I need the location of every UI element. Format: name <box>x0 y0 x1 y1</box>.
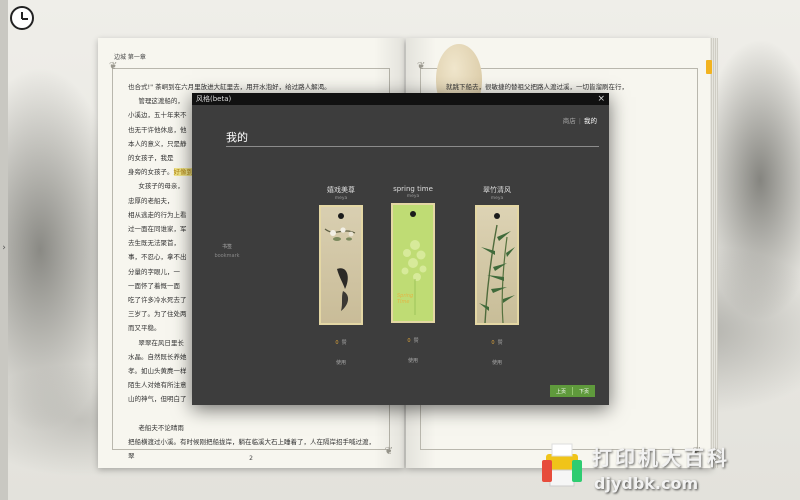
bookmark-author: meya <box>334 196 348 201</box>
bookmark-name: spring time <box>393 185 433 193</box>
watermark-url: djydbk.com <box>594 474 699 493</box>
bookmark-card[interactable]: 翠竹清风 meya 0赞 使用 <box>462 185 532 366</box>
fish-painting <box>324 227 356 311</box>
bookmark-name: 翠竹清风 <box>483 186 511 194</box>
prev-page-button[interactable]: 上页 <box>550 388 572 395</box>
dialog-titlebar: 风格(beta) × <box>192 93 609 105</box>
section-heading: 我的 <box>226 131 248 144</box>
bookmark-thumbnail[interactable] <box>319 205 363 325</box>
category-label: 书签 <box>221 244 232 250</box>
use-button[interactable]: 使用 <box>462 359 532 366</box>
site-watermark: 打印机大百科 djydbk.com <box>532 438 800 500</box>
use-button[interactable]: 使用 <box>378 357 448 364</box>
close-icon[interactable]: × <box>597 93 605 105</box>
style-dialog: 风格(beta) × 商店 | 我的 我的 书签 bookmark 嬉戏美尊 mey… <box>192 93 609 405</box>
bookmark-card[interactable]: 嬉戏美尊 meya 0赞 使用 <box>306 185 376 366</box>
bookmark-thumbnail[interactable]: Spring Time <box>391 203 435 323</box>
expand-arrow-icon[interactable]: › <box>0 240 8 256</box>
bookmark-thumbnail[interactable] <box>475 205 519 325</box>
likes: 0赞 <box>407 338 419 344</box>
page-edges <box>710 38 718 468</box>
left-sidebar-edge[interactable]: › <box>0 0 8 500</box>
bookmark-tab[interactable] <box>706 60 712 74</box>
clock-icon[interactable] <box>10 6 34 30</box>
category-bookmark[interactable]: 书签 bookmark <box>214 243 240 261</box>
dialog-tabs: 商店 | 我的 <box>562 117 597 125</box>
next-page-button[interactable]: 下页 <box>573 388 595 395</box>
page-number: 2 <box>249 455 253 462</box>
bamboo-painting <box>479 224 515 323</box>
use-button[interactable]: 使用 <box>306 359 376 366</box>
bookmark-author: meya <box>406 194 420 199</box>
printer-logo-icon <box>542 443 582 487</box>
dialog-title: 风格(beta) <box>196 95 232 103</box>
tab-store[interactable]: 商店 <box>563 117 576 125</box>
bookmark-name: 嬉戏美尊 <box>327 186 355 194</box>
bookmark-inner-text: Spring Time <box>397 293 414 305</box>
likes: 0赞 <box>335 340 347 346</box>
divider <box>226 146 599 147</box>
chapter-label: 边城 第一章 <box>114 54 146 61</box>
category-sub-label: bookmark <box>214 253 240 259</box>
tab-mine[interactable]: 我的 <box>584 117 597 125</box>
bookmark-author: meya <box>490 196 504 201</box>
watermark-title: 打印机大百科 <box>592 446 730 470</box>
bookmark-card[interactable]: spring time meya Spring Time 0赞 使用 <box>378 185 448 364</box>
pager: 上页 下页 <box>549 385 595 397</box>
likes: 0赞 <box>491 340 503 346</box>
